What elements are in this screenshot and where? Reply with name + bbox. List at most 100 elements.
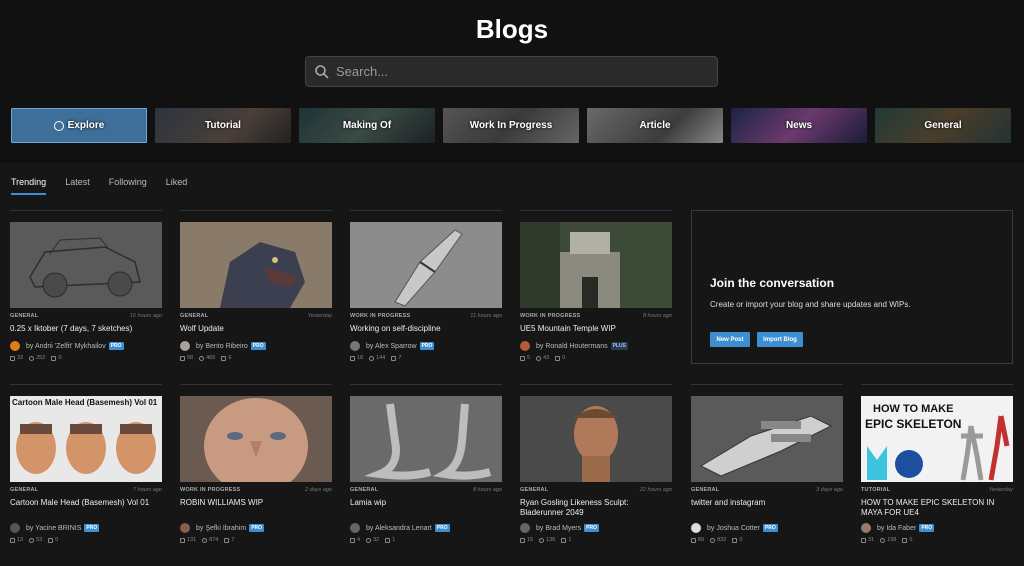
category-explore[interactable]: Explore (11, 108, 147, 143)
card-time: 3 days ago (816, 487, 843, 493)
card-thumbnail[interactable] (520, 222, 672, 308)
pro-badge: PRO (919, 524, 935, 532)
search-icon (315, 64, 329, 79)
card-author[interactable]: by Yacine BRINIS PRO (10, 523, 100, 533)
avatar (180, 341, 190, 351)
card-time: Yesterday (307, 313, 332, 319)
card-title[interactable]: HOW TO MAKE EPIC SKELETON IN MAYA FOR UE… (861, 498, 1013, 518)
card-author[interactable]: by Andrii 'Zelfit' Mykhailov PRO (10, 341, 124, 351)
card-stats: 31 198 0 (861, 537, 912, 543)
tab-latest[interactable]: Latest (65, 177, 90, 195)
tab-following[interactable]: Following (109, 177, 147, 195)
comment-icon (902, 537, 908, 543)
comment-icon (51, 355, 57, 361)
category-label: News (785, 120, 813, 131)
like-icon (691, 537, 696, 543)
card-time: Yesterday (988, 487, 1013, 493)
card-author[interactable]: by Joshua Cotter PRO (691, 523, 778, 533)
card-thumbnail[interactable] (691, 396, 843, 482)
like-icon (861, 537, 866, 543)
card-title[interactable]: Wolf Update (180, 324, 332, 334)
card-thumbnail[interactable]: Cartoon Male Head (Basemesh) Vol 01 (10, 396, 162, 482)
card-author[interactable]: by Şefki Ibrahim PRO (180, 523, 265, 533)
category-tutorial[interactable]: Tutorial (155, 108, 291, 143)
card-author[interactable]: by Brad Myers PRO (520, 523, 599, 533)
card-author[interactable]: by Aleksandra Lenart PRO (350, 523, 450, 533)
card-stats: 18 144 7 (350, 355, 401, 361)
card-title[interactable]: Lamia wip (350, 498, 502, 508)
search-bar[interactable] (305, 56, 718, 87)
view-icon (366, 537, 372, 543)
category-label: Tutorial (205, 120, 241, 131)
jeep-sketch-image (10, 222, 162, 308)
card-category: WORK IN PROGRESS (520, 313, 581, 319)
category-label: Work In Progress (469, 120, 553, 131)
tab-liked[interactable]: Liked (166, 177, 188, 195)
card-category: GENERAL (10, 487, 39, 493)
card-author[interactable]: by Bento Ribeiro PRO (180, 341, 266, 351)
card-author[interactable]: by Ronald Houtermans PLUS (520, 341, 628, 351)
card-title[interactable]: Ryan Gosling Likeness Sculpt: Bladerunne… (520, 498, 672, 518)
card-category: GENERAL (691, 487, 720, 493)
card-thumbnail[interactable] (10, 222, 162, 308)
category-news[interactable]: News (731, 108, 867, 143)
category-general[interactable]: General (875, 108, 1011, 143)
card-thumbnail[interactable] (350, 222, 502, 308)
category-work-in-progress[interactable]: Work In Progress (443, 108, 579, 143)
category-article[interactable]: Article (587, 108, 723, 143)
pro-badge: PRO (434, 524, 450, 532)
category-label: Making Of (342, 120, 392, 131)
temple-render-image (520, 222, 672, 308)
card-stats: 131 874 7 (180, 537, 234, 543)
join-title: Join the conversation (710, 276, 835, 290)
card-category: GENERAL (520, 487, 549, 493)
card-thumbnail[interactable]: HOW TO MAKE EPIC SKELETON (861, 396, 1013, 482)
category-making-of[interactable]: Making Of (299, 108, 435, 143)
like-icon (10, 355, 15, 361)
category-label: Article (639, 120, 671, 131)
card-thumbnail[interactable] (180, 222, 332, 308)
card-author[interactable]: by Alex Sparrow PRO (350, 341, 435, 351)
card-category: TUTORIAL (861, 487, 891, 493)
avatar (350, 523, 360, 533)
thumb-text: Cartoon Male Head (Basemesh) Vol 01 (12, 398, 158, 407)
view-icon (199, 355, 205, 361)
card-time: 8 hours ago (642, 313, 672, 319)
card-title[interactable]: twitter and instagram (691, 498, 843, 508)
new-post-button[interactable]: New Post (710, 332, 750, 347)
avatar (861, 523, 871, 533)
robot-hand-image (691, 396, 843, 482)
pro-badge: PRO (250, 342, 266, 350)
card-title[interactable]: Working on self-discipline (350, 324, 502, 334)
pro-badge: PRO (108, 342, 124, 350)
avatar (350, 341, 360, 351)
view-icon (710, 537, 716, 543)
avatar (10, 523, 20, 533)
card-thumbnail[interactable] (180, 396, 332, 482)
join-description: Create or import your blog and share upd… (710, 300, 911, 309)
card-title[interactable]: 0.25 x Iktober (7 days, 7 sketches) (10, 324, 162, 334)
card-title[interactable]: ROBIN WILLIAMS WIP (180, 498, 332, 508)
card-time: 22 hours ago (639, 487, 672, 493)
card-thumbnail[interactable] (520, 396, 672, 482)
view-icon (539, 537, 545, 543)
like-icon (10, 537, 15, 543)
view-icon (880, 537, 886, 543)
card-category: GENERAL (180, 313, 209, 319)
card-title[interactable]: UE5 Mountain Temple WIP (520, 324, 672, 334)
comment-icon (561, 537, 567, 543)
card-stats: 5 43 0 (520, 355, 565, 361)
like-icon (180, 355, 185, 361)
card-title[interactable]: Cartoon Male Head (Basemesh) Vol 01 (10, 498, 162, 508)
knife-render-image (350, 222, 502, 308)
pro-badge: PRO (249, 524, 265, 532)
search-input[interactable] (336, 64, 706, 79)
tab-trending[interactable]: Trending (11, 177, 47, 195)
import-blog-button[interactable]: Import Blog (757, 332, 803, 347)
feed-tabs: Trending Latest Following Liked (11, 177, 206, 195)
card-author[interactable]: by Ida Faber PRO (861, 523, 935, 533)
card-stats: 89 832 0 (691, 537, 742, 543)
comment-icon (555, 355, 561, 361)
like-icon (350, 355, 355, 361)
card-thumbnail[interactable] (350, 396, 502, 482)
